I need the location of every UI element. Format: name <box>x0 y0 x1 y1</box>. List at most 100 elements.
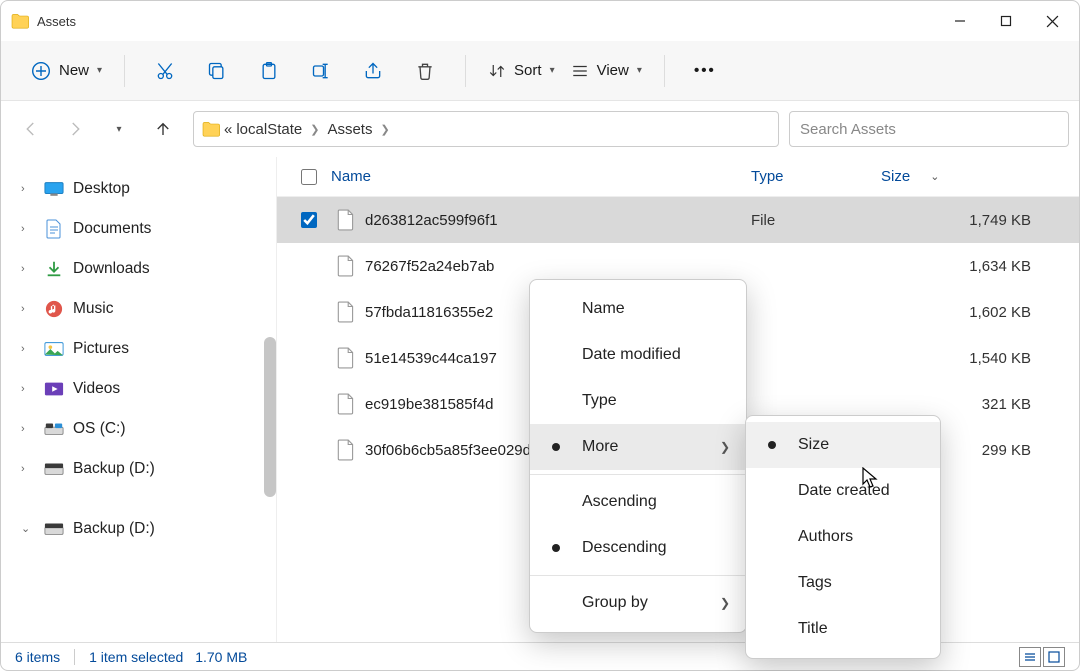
delete-button[interactable] <box>399 51 451 91</box>
col-type[interactable]: Type <box>751 168 881 185</box>
drive-icon <box>43 518 65 540</box>
status-selected: 1 item selected <box>89 649 183 665</box>
sidebar-group-backup[interactable]: ⌄ Backup (D:) <box>1 509 276 549</box>
nav-row: ▾ « localState ❯ Assets ❯ Search Assets <box>1 101 1079 157</box>
more-button[interactable]: ••• <box>679 51 731 91</box>
close-button[interactable] <box>1029 1 1075 41</box>
sidebar-item-label: Videos <box>73 380 120 398</box>
table-row[interactable]: d263812ac599f96f1File1,749 KB <box>277 197 1079 243</box>
chevron-right-icon: › <box>21 223 35 235</box>
row-checkbox[interactable] <box>301 212 317 228</box>
address-bar[interactable]: « localState ❯ Assets ❯ <box>193 111 779 147</box>
sidebar-item-label: Backup (D:) <box>73 520 155 538</box>
sidebar-icon <box>43 298 65 320</box>
sort-menu-type[interactable]: Type <box>530 378 746 424</box>
chevron-down-icon: ▾ <box>550 65 555 76</box>
rename-button[interactable] <box>295 51 347 91</box>
sidebar-item[interactable]: ›Music <box>1 289 276 329</box>
file-icon <box>337 439 355 461</box>
sidebar-icon <box>43 418 65 440</box>
chevron-right-icon: › <box>21 383 35 395</box>
sidebar-item-label: Downloads <box>73 260 150 278</box>
sidebar-item[interactable]: › OS (C:) <box>1 409 276 449</box>
recent-button[interactable]: ▾ <box>99 109 139 149</box>
more-menu-date-created[interactable]: Date created <box>746 468 940 514</box>
sidebar-icon <box>43 258 65 280</box>
sidebar-item-label: Desktop <box>73 180 130 198</box>
sidebar-item-label: Documents <box>73 220 151 238</box>
cut-button[interactable] <box>139 51 191 91</box>
status-size: 1.70 MB <box>195 649 247 665</box>
file-icon <box>337 301 355 323</box>
file-icon <box>337 209 355 231</box>
column-headers: Name Type Size ⌄ <box>277 157 1079 197</box>
breadcrumb-ellipsis[interactable]: « <box>224 121 232 138</box>
new-button[interactable]: New ▾ <box>23 51 110 91</box>
copy-button[interactable] <box>191 51 243 91</box>
back-button[interactable] <box>11 109 51 149</box>
sidebar-item-label: OS (C:) <box>73 420 126 438</box>
sort-menu-ascending[interactable]: Ascending <box>530 479 746 525</box>
paste-button[interactable] <box>243 51 295 91</box>
chevron-right-icon: ❯ <box>376 123 393 136</box>
sort-menu-more[interactable]: More❯ <box>530 424 746 470</box>
sidebar-item[interactable]: › Videos <box>1 369 276 409</box>
share-button[interactable] <box>347 51 399 91</box>
more-menu-title[interactable]: Title <box>746 606 940 652</box>
search-input[interactable]: Search Assets <box>789 111 1069 147</box>
sort-menu-name[interactable]: Name <box>530 286 746 332</box>
more-menu-authors[interactable]: Authors <box>746 514 940 560</box>
chevron-right-icon: › <box>21 423 35 435</box>
folder-icon <box>11 13 29 29</box>
sidebar-item[interactable]: › Desktop <box>1 169 276 209</box>
new-label: New <box>59 62 89 79</box>
forward-button[interactable] <box>55 109 95 149</box>
sidebar-item-label: Pictures <box>73 340 129 358</box>
sort-context-menu: Name Date modified Type More❯ Ascending … <box>529 279 747 633</box>
col-size[interactable]: Size ⌄ <box>881 168 1079 185</box>
scrollbar-thumb[interactable] <box>264 337 276 497</box>
breadcrumb-seg[interactable]: Assets <box>327 121 372 138</box>
chevron-right-icon: › <box>21 343 35 355</box>
file-size: 1,540 KB <box>881 350 1079 367</box>
sort-button[interactable]: Sort ▾ <box>480 51 563 91</box>
sidebar-item[interactable]: ›Downloads <box>1 249 276 289</box>
breadcrumb-seg[interactable]: localState <box>236 121 302 138</box>
more-menu-tags[interactable]: Tags <box>746 560 940 606</box>
titlebar: Assets <box>1 1 1079 41</box>
sidebar-icon <box>43 178 65 200</box>
up-button[interactable] <box>143 109 183 149</box>
view-button[interactable]: View ▾ <box>563 51 650 91</box>
sort-menu-descending[interactable]: Descending <box>530 525 746 571</box>
sort-label: Sort <box>514 62 542 79</box>
sidebar-item-label: Backup (D:) <box>73 460 155 478</box>
file-icon <box>337 393 355 415</box>
chevron-down-icon: ⌄ <box>21 522 35 535</box>
sort-menu-date-modified[interactable]: Date modified <box>530 332 746 378</box>
sidebar-icon <box>43 378 65 400</box>
chevron-right-icon: ❯ <box>306 123 323 136</box>
minimize-button[interactable] <box>937 1 983 41</box>
more-menu-size[interactable]: Size <box>746 422 940 468</box>
folder-icon <box>202 121 220 137</box>
sidebar: ›Desktop›Documents›Downloads›Music›Pictu… <box>1 157 277 642</box>
view-details-button[interactable] <box>1019 647 1041 667</box>
file-name: 57fbda11816355e2 <box>365 304 493 321</box>
window-title: Assets <box>37 14 76 29</box>
sidebar-item[interactable]: ›Backup (D:) <box>1 449 276 489</box>
sort-more-submenu: Size Date created Authors Tags Title <box>745 415 941 659</box>
chevron-down-icon: ⌄ <box>930 170 939 183</box>
select-all-checkbox[interactable] <box>301 169 317 185</box>
maximize-button[interactable] <box>983 1 1029 41</box>
sidebar-item[interactable]: › Documents <box>1 209 276 249</box>
chevron-right-icon: › <box>21 183 35 195</box>
status-item-count: 6 items <box>15 649 60 665</box>
chevron-down-icon: ▾ <box>97 65 102 76</box>
view-thumbnails-button[interactable] <box>1043 647 1065 667</box>
file-size: 1,634 KB <box>881 258 1079 275</box>
chevron-right-icon: › <box>21 303 35 315</box>
sidebar-item[interactable]: › Pictures <box>1 329 276 369</box>
col-name[interactable]: Name <box>331 168 371 185</box>
sort-menu-group-by[interactable]: Group by❯ <box>530 580 746 626</box>
view-label: View <box>597 62 629 79</box>
